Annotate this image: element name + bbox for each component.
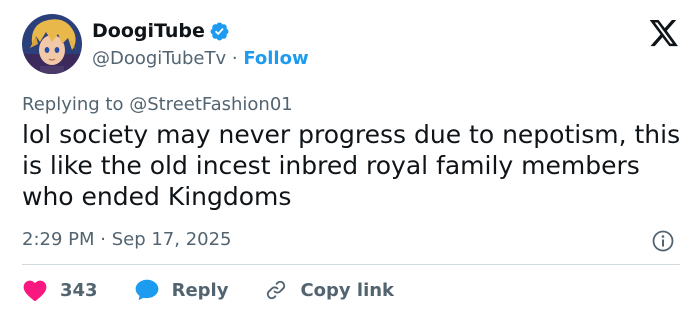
- replying-to: Replying to @StreetFashion01: [22, 94, 293, 115]
- action-bar: 343 Reply Copy link: [22, 276, 430, 304]
- handle[interactable]: @DoogiTubeTv: [92, 48, 226, 69]
- avatar-image: [22, 14, 82, 74]
- avatar[interactable]: [22, 14, 82, 74]
- timestamp[interactable]: 2:29 PM · Sep 17, 2025: [22, 229, 232, 250]
- like-button[interactable]: 343: [22, 278, 98, 302]
- link-icon: [267, 280, 286, 300]
- divider: [22, 264, 680, 265]
- x-logo-icon[interactable]: [648, 20, 680, 48]
- copy-link-button[interactable]: Copy link: [264, 278, 394, 302]
- author-name-row[interactable]: DoogiTube: [92, 20, 230, 42]
- info-icon[interactable]: [651, 229, 675, 253]
- tweet-text: lol society may never progress due to ne…: [22, 120, 681, 211]
- reply-label: Reply: [171, 279, 229, 301]
- like-count: 343: [60, 279, 98, 301]
- replying-to-prefix: Replying to: [22, 94, 130, 115]
- handle-line: @DoogiTubeTv · Follow: [92, 48, 309, 69]
- reply-button[interactable]: Reply: [134, 278, 229, 302]
- separator: ·: [231, 48, 244, 69]
- reply-bubble-icon: [135, 279, 158, 301]
- display-name[interactable]: DoogiTube: [92, 20, 205, 42]
- heart-icon: [23, 280, 47, 302]
- replying-to-handle[interactable]: @StreetFashion01: [129, 94, 293, 115]
- follow-button[interactable]: Follow: [243, 48, 308, 69]
- verified-badge-icon: [210, 22, 229, 40]
- copy-link-label: Copy link: [300, 279, 395, 301]
